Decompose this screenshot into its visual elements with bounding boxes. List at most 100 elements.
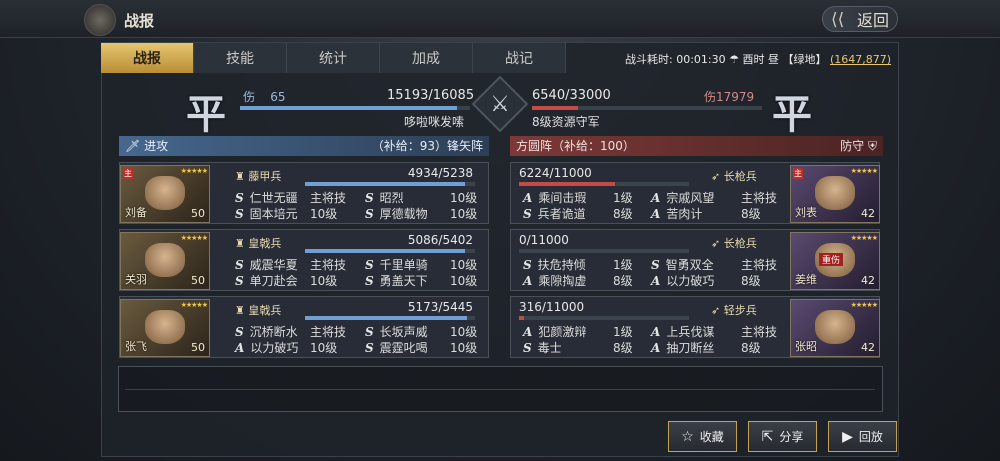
skill-name: S 威震华夏	[235, 258, 298, 272]
tab-record[interactable]: 战记	[473, 43, 566, 73]
skill-name: A 以力破巧	[651, 274, 715, 288]
skill-name: A 犯颜激辩	[523, 325, 587, 339]
skill-level: 10级	[310, 341, 338, 355]
general-hp-bar	[519, 249, 689, 253]
skill-name: S 固本培元	[235, 207, 298, 221]
general-face	[145, 176, 185, 210]
skill-level: 10级	[310, 207, 338, 221]
replay-button[interactable]: ▶ 回放	[828, 421, 897, 452]
tab-stats[interactable]: 统计	[287, 43, 380, 73]
general-hp-bar	[519, 316, 689, 320]
left-general-card[interactable]: ★★★★★ 主 刘备 50 ♜ 藤甲兵 4934/5238 S 仁世无疆 主将技 S 昭烈 1…	[119, 162, 489, 224]
skill-name: S 勇盖天下	[365, 274, 428, 288]
duration-label: 战斗耗时:	[625, 53, 673, 66]
right-total-hp-bar	[532, 106, 762, 110]
general-name: 关羽	[125, 273, 147, 286]
general-hp: 5173/5445	[407, 300, 473, 314]
skill-level: 主将技	[741, 191, 778, 205]
general-face	[145, 243, 185, 277]
skill-level: 1级	[613, 191, 633, 205]
skill-name: A 以力破巧	[235, 341, 299, 355]
skill-level: 主将技	[310, 191, 347, 205]
crossed-swords-icon: ⚔	[490, 91, 510, 117]
general-portrait[interactable]: ★★★★★ 关羽 50	[120, 232, 210, 290]
troop-icon: ♜	[235, 237, 245, 250]
star-rating-icon: ★★★★★	[180, 234, 208, 242]
general-portrait[interactable]: ★★★★★ 张飞 50	[120, 299, 210, 357]
skill-name: S 单刀赴会	[235, 274, 298, 288]
general-hp: 6224/11000	[519, 166, 592, 180]
skill-level: 10级	[450, 191, 478, 205]
general-portrait[interactable]: ★★★★★ 主 刘备 50	[120, 165, 210, 223]
skill-name: S 长坂声威	[365, 325, 428, 339]
play-icon: ▶	[842, 428, 853, 445]
tab-report[interactable]: 战报	[101, 43, 194, 73]
star-rating-icon: ★★★★★	[180, 301, 208, 309]
skill-name: S 扶危持倾	[523, 258, 586, 272]
skill-name: A 乘间击瑕	[523, 191, 587, 205]
skill-level: 主将技	[310, 325, 347, 339]
left-loss: 伤 65	[243, 90, 286, 104]
skill-name: S 智勇双全	[651, 258, 714, 272]
skill-name: S 沉桥断水	[235, 325, 298, 339]
left-total-hp: 15193/16085	[387, 88, 475, 103]
skill-name: S 昭烈	[365, 191, 404, 205]
defend-side-header: 方圆阵（补给：100） 防守 ⛨	[510, 136, 883, 156]
general-name: 刘备	[125, 206, 147, 219]
general-face	[815, 310, 855, 344]
back-arrow-icon: ⟨⟨	[831, 10, 845, 30]
battle-report-emblem-icon	[84, 4, 116, 36]
left-general-card[interactable]: ★★★★★ 张飞 50 ♜ 皇戟兵 5173/5445 S 沉桥断水 主将技 S 长坂声威 1…	[119, 296, 489, 358]
skill-name: A 上兵伐谋	[651, 325, 715, 339]
troop-icon: ➶	[711, 170, 721, 183]
skill-name: S 震霆叱喝	[365, 341, 428, 355]
share-icon: ⇱	[761, 428, 774, 445]
skill-level: 8级	[741, 341, 761, 355]
skill-level: 10级	[450, 341, 478, 355]
star-icon: ☆	[681, 428, 694, 445]
tab-skills[interactable]: 技能	[194, 43, 287, 73]
general-portrait[interactable]: ★★★★★ 主 刘表 42	[790, 165, 880, 223]
divider	[125, 389, 875, 390]
troop-icon: ♜	[235, 170, 245, 183]
general-portrait[interactable]: ★★★★★ 重伤 姜维 42	[790, 232, 880, 290]
general-level: 50	[191, 274, 205, 287]
troop-type: ➶ 轻步兵	[711, 304, 757, 317]
left-commander: 哆啦咪发嗦	[404, 115, 465, 129]
right-commander: 8级资源守军	[532, 115, 600, 129]
skill-level: 8级	[613, 341, 633, 355]
general-hp: 0/11000	[519, 233, 569, 247]
general-level: 42	[861, 207, 875, 220]
injured-badge: 重伤	[819, 253, 844, 266]
commander-badge: 主	[793, 168, 803, 179]
general-hp: 4934/5238	[407, 166, 473, 180]
troop-type: ♜ 藤甲兵	[235, 170, 282, 183]
star-rating-icon: ★★★★★	[850, 301, 878, 309]
battle-log-box[interactable]	[118, 366, 883, 412]
collect-button[interactable]: ☆ 收藏	[668, 421, 737, 452]
share-button[interactable]: ⇱ 分享	[748, 421, 817, 452]
troop-icon: ➶	[711, 304, 721, 317]
duration-value: 00:01:30	[676, 53, 726, 66]
tab-bonus[interactable]: 加成	[380, 43, 473, 73]
left-general-card[interactable]: ★★★★★ 关羽 50 ♜ 皇戟兵 5086/5402 S 威震华夏 主将技 S 千里单骑 1…	[119, 229, 489, 291]
general-portrait[interactable]: ★★★★★ 张昭 42	[790, 299, 880, 357]
attack-side-header: 🗡 进攻 （补给：93）锋矢阵	[119, 136, 489, 156]
general-face	[815, 176, 855, 210]
skill-level: 8级	[741, 207, 761, 221]
back-button[interactable]: ⟨⟨ 返回	[822, 6, 898, 32]
coordinate-link[interactable]: (1647,877)	[830, 53, 891, 66]
skill-name: A 抽刀断丝	[651, 341, 715, 355]
right-general-card[interactable]: ★★★★★ 主 刘表 42 ➶ 长枪兵 6224/11000 A 乘间击瑕 1级 A 宗戚风…	[510, 162, 880, 224]
skill-level: 8级	[741, 274, 761, 288]
right-general-card[interactable]: ★★★★★ 重伤 姜维 42 ➶ 长枪兵 0/11000 S 扶危持倾 1级 S 智勇双全 主…	[510, 229, 880, 291]
weather-icon: ☂	[729, 53, 739, 66]
top-bar: 战报 ⟨⟨ 返回	[0, 0, 1000, 38]
page-title: 战报	[124, 12, 155, 30]
shield-icon: ⛨	[867, 139, 877, 153]
general-name: 张飞	[125, 340, 147, 353]
skill-name: A 宗戚风望	[651, 191, 715, 205]
skill-level: 10级	[450, 207, 478, 221]
right-general-card[interactable]: ★★★★★ 张昭 42 ➶ 轻步兵 316/11000 A 犯颜激辩 1级 A 上兵伐谋 主将…	[510, 296, 880, 358]
star-rating-icon: ★★★★★	[850, 167, 878, 175]
